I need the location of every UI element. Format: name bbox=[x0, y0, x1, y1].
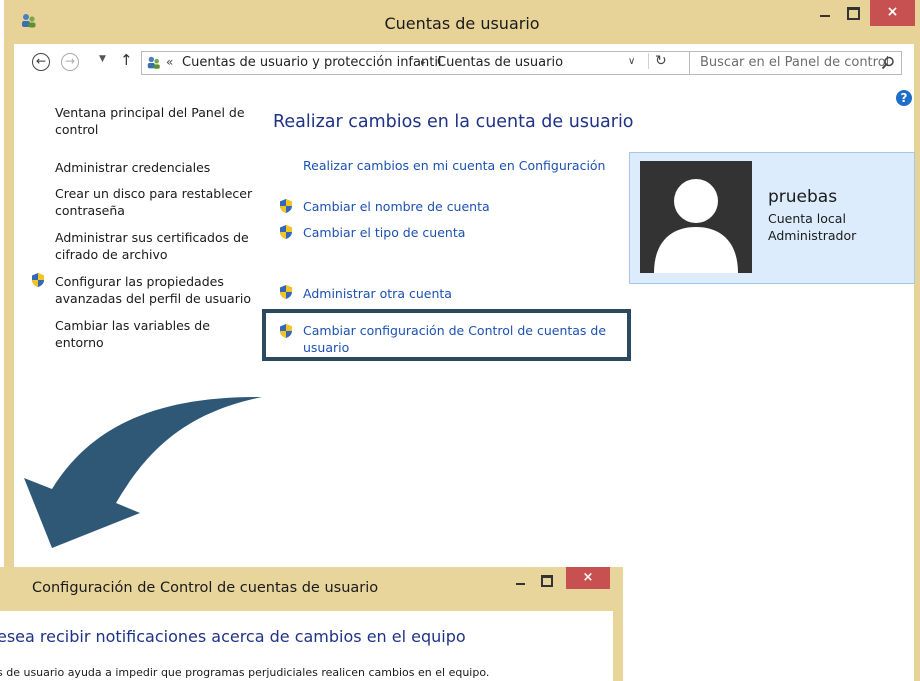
uac-description: s de usuario ayuda a impedir que program… bbox=[0, 666, 490, 679]
window-title: Configuración de Control de cuentas de u… bbox=[32, 580, 379, 596]
maximize-button[interactable] bbox=[536, 569, 558, 591]
close-icon: × bbox=[582, 570, 594, 585]
uac-heading: esea recibir notificaciones acerca de ca… bbox=[0, 627, 466, 646]
uac-settings-window: Configuración de Control de cuentas de u… bbox=[0, 567, 623, 681]
minimize-button[interactable] bbox=[510, 569, 532, 591]
close-button[interactable]: × bbox=[566, 567, 610, 589]
uac-content-area: esea recibir notificaciones acerca de ca… bbox=[0, 611, 613, 681]
